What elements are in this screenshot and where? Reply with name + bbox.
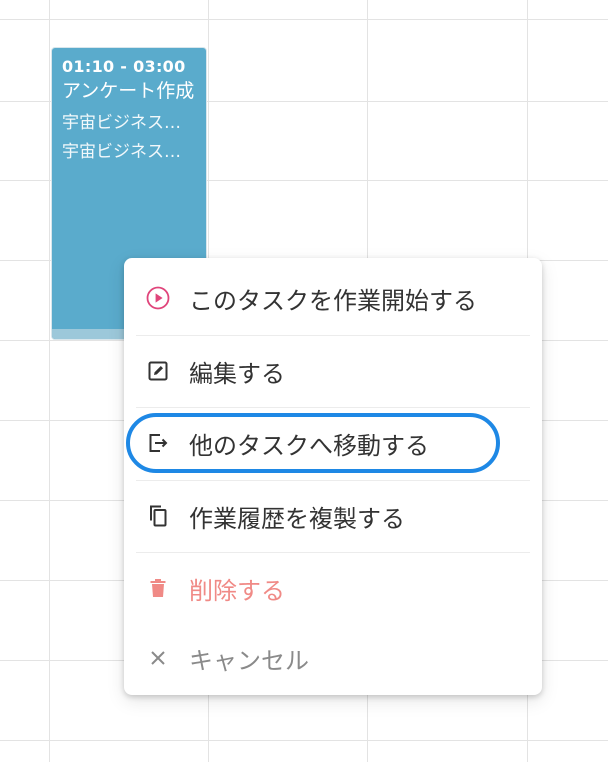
menu-item-label: 編集する xyxy=(189,359,285,388)
menu-item-label: このタスクを作業開始する xyxy=(189,286,477,315)
menu-item-start-task[interactable]: このタスクを作業開始する xyxy=(124,262,542,334)
event-task: 宇宙ビジネス… xyxy=(62,142,181,162)
move-out-icon xyxy=(146,431,170,455)
event-time: 01:10 - 03:00 xyxy=(62,57,186,76)
menu-item-label: 作業履歴を複製する xyxy=(189,504,405,533)
context-menu: このタスクを作業開始する 編集する 他のタスクへ移動する 作業履歴を複製する 削… xyxy=(124,258,542,695)
grid-line xyxy=(0,740,608,741)
trash-icon xyxy=(146,576,170,600)
event-title: アンケート作成 xyxy=(62,80,195,102)
grid-line xyxy=(49,0,50,762)
menu-item-cancel[interactable]: キャンセル xyxy=(124,622,542,694)
menu-item-move-to-other-task[interactable]: 他のタスクへ移動する xyxy=(124,407,542,479)
menu-item-edit[interactable]: 編集する xyxy=(124,335,542,407)
event-project: 宇宙ビジネス… xyxy=(62,113,181,133)
menu-item-delete[interactable]: 削除する xyxy=(124,552,542,624)
copy-icon xyxy=(146,504,170,528)
menu-item-label: 削除する xyxy=(189,576,285,605)
grid-line xyxy=(0,19,608,20)
menu-item-label: 他のタスクへ移動する xyxy=(189,431,429,460)
edit-icon xyxy=(146,359,170,383)
menu-item-label: キャンセル xyxy=(189,646,309,675)
play-circle-icon xyxy=(146,286,170,310)
close-icon xyxy=(146,646,170,670)
menu-item-duplicate-history[interactable]: 作業履歴を複製する xyxy=(124,480,542,552)
